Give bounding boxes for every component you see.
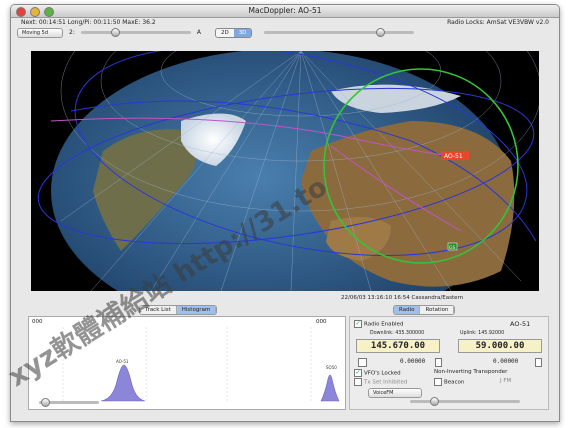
- station-label: GS: [449, 245, 455, 251]
- uplink-frequency[interactable]: 59.000.00: [458, 339, 542, 353]
- globe-svg: AO-51 GS: [37, 51, 539, 291]
- radio-enabled-label: Radio Enabled: [364, 321, 404, 328]
- title-bar: MacDoppler: AO-51: [11, 5, 559, 18]
- zoom-label: A: [196, 29, 201, 36]
- transponder-label: Non-Inverting Transponder: [434, 369, 508, 375]
- histogram-scroll[interactable]: [39, 398, 99, 407]
- window-controls: [16, 7, 54, 17]
- radio-mode-select[interactable]: VoiceFM: [368, 388, 422, 398]
- status-text: 22/06/03 13:16:10 16:54 Cassandra/Easter…: [341, 295, 464, 301]
- tx-inhibit-label: Tx Set Inhibited: [364, 379, 408, 386]
- beacon-checkbox[interactable]: [434, 378, 442, 386]
- minimize-icon[interactable]: [30, 7, 40, 17]
- pass-info-right: Radio Locks: AmSat VE3VBW v2.0: [447, 19, 549, 26]
- tx-inhibit-row[interactable]: Tx Set Inhibited: [354, 378, 407, 386]
- fm-label: J FM: [500, 378, 512, 384]
- radio-tune-slider[interactable]: [410, 397, 520, 406]
- globe-map-view[interactable]: AO-51 GS: [31, 51, 539, 291]
- tab-histogram[interactable]: Histogram: [176, 306, 217, 314]
- histogram-peak-ao51: [100, 364, 146, 402]
- pass-info-bar: Next: 00:14:51 Long/Pi: 00:11:50 MaxE: 3…: [11, 18, 559, 27]
- vfo-locked-row[interactable]: ✓ VFO's Locked: [354, 369, 401, 377]
- view-3d-button[interactable]: 3D: [233, 28, 252, 37]
- vfo-locked-checkbox[interactable]: ✓: [354, 369, 362, 377]
- tab-rotation[interactable]: Rotation: [420, 306, 455, 314]
- radio-enabled-checkbox[interactable]: ✓: [354, 320, 362, 328]
- radio-tune-knob[interactable]: [430, 397, 439, 406]
- beacon-label: Beacon: [444, 379, 465, 386]
- downlink-frequency[interactable]: 145.670.00: [356, 339, 440, 353]
- view-toggle[interactable]: 2D 3D: [214, 27, 253, 38]
- vfo-locked-label: VFO's Locked: [364, 370, 401, 377]
- peak2-label: SO50: [326, 365, 337, 370]
- tab-radio[interactable]: Radio: [394, 306, 421, 314]
- uplink-offset: 0.00000: [493, 358, 519, 365]
- histogram-peak-so50: [320, 374, 340, 402]
- time-slider-knob[interactable]: [110, 28, 120, 37]
- view-controls: Moving 5d 2: A 2D 3D: [11, 27, 559, 38]
- view-2d-button[interactable]: 2D: [215, 28, 234, 37]
- radio-panel: ✓ Radio Enabled AO-51 Downlink: 435.30000…: [349, 316, 549, 410]
- downlink-offset-stepper[interactable]: [358, 358, 367, 367]
- time-slider[interactable]: [80, 28, 191, 37]
- uplink-offset-arrows[interactable]: [535, 358, 542, 367]
- right-tabs[interactable]: Radio Rotation: [393, 305, 456, 315]
- tx-inhibit-checkbox[interactable]: [354, 378, 362, 386]
- radio-sat-name: AO-51: [510, 320, 531, 328]
- downlink-offset: 0.00000: [400, 358, 426, 365]
- satellite-label: AO-51: [444, 153, 463, 160]
- beacon-row[interactable]: Beacon: [434, 378, 464, 386]
- histogram-scroll-knob[interactable]: [41, 398, 50, 407]
- mode-label: 2:: [69, 29, 75, 36]
- downlink-label: Downlink: 435.300000: [370, 331, 425, 336]
- radio-enabled-row[interactable]: ✓ Radio Enabled: [354, 320, 403, 328]
- close-icon[interactable]: [16, 7, 26, 17]
- zoom-icon[interactable]: [44, 7, 54, 17]
- peak1-label: AO-51: [116, 359, 129, 364]
- uplink-label: Uplink: 145.92000: [460, 331, 505, 336]
- zoom-slider[interactable]: [264, 28, 415, 37]
- mode-select[interactable]: Moving 5d: [17, 27, 63, 38]
- downlink-offset-arrows[interactable]: [435, 358, 442, 367]
- pass-info-left: Next: 00:14:51 Long/Pi: 00:11:50 MaxE: 3…: [21, 19, 156, 26]
- window-title: MacDoppler: AO-51: [248, 6, 322, 15]
- zoom-slider-knob[interactable]: [376, 28, 386, 37]
